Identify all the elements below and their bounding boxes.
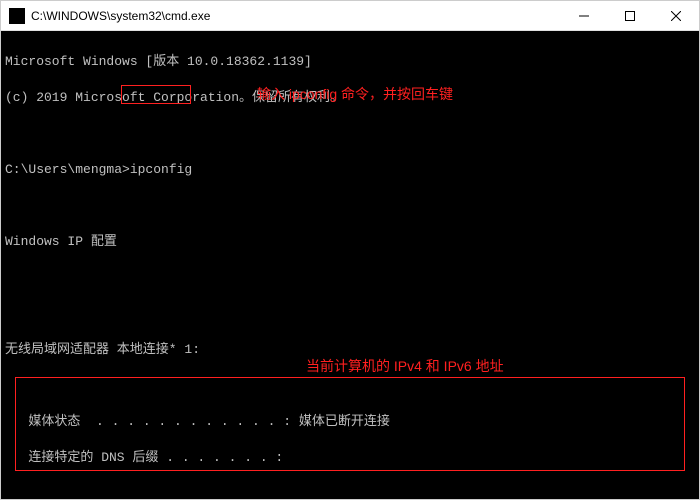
prompt-prefix: C:\Users\mengma> (5, 162, 130, 177)
maximize-icon (625, 11, 635, 21)
typed-command: ipconfig (130, 162, 192, 177)
minimize-icon (579, 11, 589, 21)
row-value: 媒体已断开连接 (299, 414, 390, 429)
ip-annotation: 当前计算机的 IPv4 和 IPv6 地址 (306, 357, 504, 375)
terminal-body[interactable]: Microsoft Windows [版本 10.0.18362.1139] (… (1, 31, 699, 499)
adapter-row: 连接特定的 DNS 后缀 . . . . . . . : (5, 449, 699, 467)
adapter-row: 媒体状态 . . . . . . . . . . . . : 媒体已断开连接 (5, 413, 699, 431)
ipconfig-title: Windows IP 配置 (5, 233, 699, 251)
titlebar: C:\WINDOWS\system32\cmd.exe (1, 1, 699, 31)
blank-line (5, 305, 699, 323)
blank-line (5, 377, 699, 395)
minimize-button[interactable] (561, 1, 607, 31)
blank-line (5, 485, 699, 499)
blank-line (5, 125, 699, 143)
row-label: 媒体状态 . . . . . . . . . . . . : (5, 414, 299, 429)
row-label: 连接特定的 DNS 后缀 . . . . . . . : (5, 450, 283, 465)
window-controls (561, 1, 699, 31)
blank-line (5, 197, 699, 215)
prompt-line: C:\Users\mengma>ipconfig (5, 161, 699, 179)
cmd-window: C:\WINDOWS\system32\cmd.exe Microsoft Wi… (0, 0, 700, 500)
version-line: Microsoft Windows [版本 10.0.18362.1139] (5, 53, 699, 71)
cmd-icon (9, 8, 25, 24)
maximize-button[interactable] (607, 1, 653, 31)
command-annotation: 输入 ipconfig 命令，并按回车键 (257, 85, 453, 103)
close-button[interactable] (653, 1, 699, 31)
window-title: C:\WINDOWS\system32\cmd.exe (31, 9, 561, 23)
close-icon (671, 11, 681, 21)
blank-line (5, 269, 699, 287)
